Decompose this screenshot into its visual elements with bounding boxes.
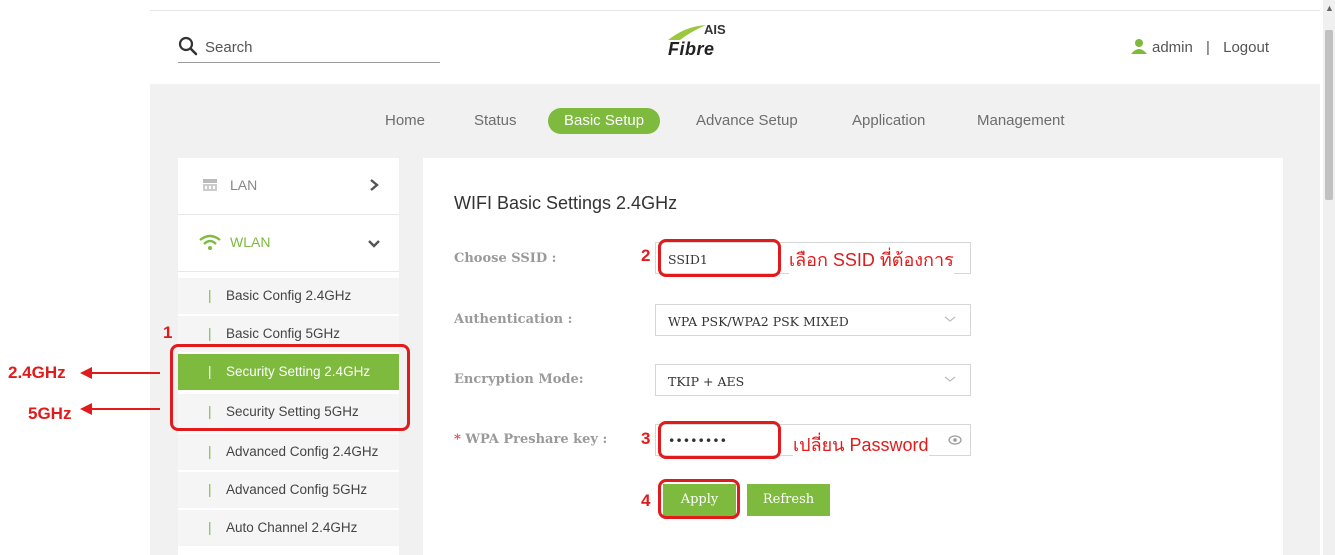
annotation-box-password — [658, 421, 781, 459]
nav-application[interactable]: Application — [852, 108, 925, 134]
nav-basic-setup[interactable]: Basic Setup — [548, 108, 661, 134]
wifi-icon — [199, 234, 221, 250]
chevron-down-icon — [944, 316, 956, 322]
scroll-up-icon[interactable]: ▲ — [1325, 3, 1334, 13]
sidebar-wlan-label: WLAN — [230, 234, 271, 250]
logo-text-ais: AIS — [704, 22, 726, 37]
sidebar-sub-label: Advanced Config 5GHz — [226, 482, 368, 497]
scrollbar-thumb[interactable] — [1325, 30, 1333, 200]
sidebar-item-basic-config-24[interactable]: | Basic Config 2.4GHz — [178, 278, 399, 316]
annotation-number-3: 3 — [641, 429, 651, 448]
logo-text-fibre: Fibre — [668, 39, 715, 59]
nav-advance-setup[interactable]: Advance Setup — [696, 108, 798, 134]
username[interactable]: admin — [1152, 39, 1193, 56]
user-area: admin | Logout — [1130, 38, 1269, 56]
encryption-value: TKIP + AES — [668, 374, 745, 389]
page-scrollbar[interactable]: ▲ — [1323, 0, 1335, 555]
user-separator: | — [1206, 39, 1210, 56]
nav-home[interactable]: Home — [385, 108, 425, 134]
sidebar-item-wlan[interactable]: WLAN — [178, 215, 399, 272]
search-box[interactable]: Search — [178, 34, 440, 63]
divider-bar: | — [208, 482, 212, 497]
main-panel — [423, 158, 1283, 555]
chevron-right-icon — [370, 179, 379, 191]
ssid-label: Choose SSID : — [454, 251, 557, 266]
annotation-note-password: เปลี่ยน Password — [793, 430, 929, 459]
annotation-label-5ghz: 5GHz — [28, 404, 72, 423]
eye-icon[interactable] — [948, 435, 962, 445]
divider-bar: | — [208, 288, 212, 303]
annotation-box-ssid — [658, 239, 781, 277]
nav-management[interactable]: Management — [977, 108, 1065, 134]
annotation-label-24ghz: 2.4GHz — [8, 363, 66, 382]
annotation-number-1: 1 — [163, 323, 173, 342]
search-icon — [178, 36, 198, 56]
sidebar-sub-label: Advanced Config 2.4GHz — [226, 444, 379, 459]
annotation-number-4: 4 — [641, 491, 651, 510]
sidebar-item-advanced-config-24[interactable]: | Advanced Config 2.4GHz — [178, 434, 399, 472]
divider-bar: | — [208, 444, 212, 459]
annotation-note-ssid: เลือก SSID ที่ต้องการ — [789, 245, 954, 274]
encryption-select[interactable]: TKIP + AES — [655, 364, 971, 396]
required-mark: * — [454, 432, 461, 447]
chevron-down-icon — [944, 376, 956, 382]
wpa-key-label: * WPA Preshare key : — [454, 432, 607, 447]
sidebar-item-auto-channel-24[interactable]: | Auto Channel 2.4GHz — [178, 510, 399, 548]
authentication-label: Authentication : — [454, 312, 573, 327]
authentication-value: WPA PSK/WPA2 PSK MIXED — [668, 314, 849, 329]
sidebar-sub-label: Auto Channel 2.4GHz — [226, 520, 358, 535]
sidebar-sub-label: Basic Config 2.4GHz — [226, 288, 352, 303]
annotation-number-2: 2 — [641, 246, 651, 265]
annotation-box-apply — [658, 479, 740, 519]
annotation-box-security — [170, 344, 410, 431]
refresh-button[interactable]: Refresh — [747, 484, 830, 516]
sidebar-lan-label: LAN — [230, 177, 258, 193]
encryption-label: Encryption Mode: — [454, 372, 584, 387]
ais-fibre-logo: AIS Fibre — [664, 20, 744, 65]
nav-status[interactable]: Status — [474, 108, 517, 134]
annotation-arrows — [80, 367, 160, 415]
chevron-down-icon — [368, 240, 380, 248]
authentication-select[interactable]: WPA PSK/WPA2 PSK MIXED — [655, 304, 971, 336]
lan-icon — [203, 179, 217, 191]
divider-bar: | — [208, 520, 212, 535]
page-title: WIFI Basic Settings 2.4GHz — [454, 193, 678, 213]
sidebar-item-advanced-config-5[interactable]: | Advanced Config 5GHz — [178, 472, 399, 510]
sidebar-item-lan[interactable]: LAN — [178, 158, 399, 215]
user-icon — [1131, 39, 1147, 54]
logout-link[interactable]: Logout — [1223, 39, 1269, 56]
wpa-key-label-text: WPA Preshare key : — [465, 432, 608, 447]
search-input[interactable]: Search — [205, 39, 253, 56]
